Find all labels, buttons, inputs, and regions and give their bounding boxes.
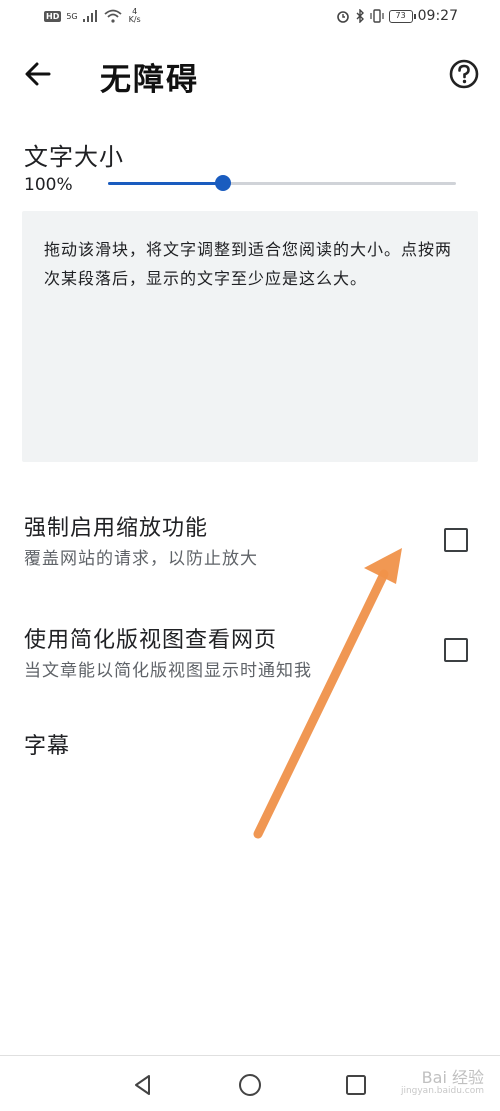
battery-level: 73 xyxy=(395,10,406,20)
status-time: 09:27 xyxy=(417,8,458,24)
network-speed: 4 K/s xyxy=(127,8,143,24)
wifi-icon xyxy=(104,9,122,23)
watermark: Bai 经验 xyxy=(421,1068,484,1087)
triangle-back-icon xyxy=(135,1075,150,1095)
signal-icon xyxy=(82,10,97,22)
simplified-view-title: 使用简化版视图查看网页 xyxy=(24,628,278,653)
status-bar: HD 5G 4 K/s 73 09:27 xyxy=(0,0,500,34)
status-right: 73 09:27 xyxy=(336,8,458,24)
simplified-view-summary: 当文章能以简化版视图显示时通知我 xyxy=(24,661,312,681)
text-size-preview: 拖动该滑块，将文字调整到适合您阅读的大小。点按两次某段落后，显示的文字至少应是这… xyxy=(22,211,478,462)
network-speed-unit: K/s xyxy=(128,15,141,24)
vibrate-icon xyxy=(370,9,384,23)
simplified-view-checkbox[interactable] xyxy=(444,638,468,662)
page-title: 无障碍 xyxy=(100,62,199,98)
app-bar: 无障碍 xyxy=(0,40,500,110)
nav-recents-button[interactable] xyxy=(341,1070,371,1100)
back-button[interactable] xyxy=(18,54,58,94)
preview-text: 拖动该滑块，将文字调整到适合您阅读的大小。点按两次某段落后，显示的文字至少应是这… xyxy=(44,240,453,288)
text-size-slider[interactable] xyxy=(108,171,456,195)
arrow-back-icon xyxy=(25,62,51,86)
force-zoom-checkbox[interactable] xyxy=(444,528,468,552)
alarm-icon xyxy=(336,11,349,23)
navigation-bar: Bai 经验 jingyan.baidu.com xyxy=(0,1055,500,1111)
help-circle-icon xyxy=(449,59,479,89)
slider-fill xyxy=(108,182,223,185)
force-zoom-title: 强制启用缩放功能 xyxy=(24,516,209,541)
force-zoom-summary: 覆盖网站的请求，以防止放大 xyxy=(24,549,258,569)
watermark-sub: jingyan.baidu.com xyxy=(400,1086,484,1096)
setting-force-zoom[interactable]: 强制启用缩放功能 覆盖网站的请求，以防止放大 xyxy=(0,510,500,590)
square-recents-icon xyxy=(346,1075,366,1095)
network-label: 5G xyxy=(66,11,78,21)
hd-badge: HD xyxy=(44,10,62,22)
help-button[interactable] xyxy=(446,56,482,92)
circle-home-icon xyxy=(239,1074,261,1096)
setting-simplified-view[interactable]: 使用简化版视图查看网页 当文章能以简化版视图显示时通知我 xyxy=(0,622,500,702)
nav-back-button[interactable] xyxy=(128,1070,158,1100)
setting-captions[interactable]: 字幕 xyxy=(0,728,500,768)
bluetooth-icon xyxy=(356,9,364,23)
text-size-label: 文字大小 xyxy=(24,143,124,171)
battery-icon: 73 xyxy=(388,9,416,23)
nav-home-button[interactable] xyxy=(235,1070,265,1100)
status-left: HD 5G 4 K/s xyxy=(44,8,143,24)
slider-thumb[interactable] xyxy=(214,175,231,191)
text-size-value: 100% xyxy=(24,175,73,195)
captions-title: 字幕 xyxy=(24,734,71,759)
